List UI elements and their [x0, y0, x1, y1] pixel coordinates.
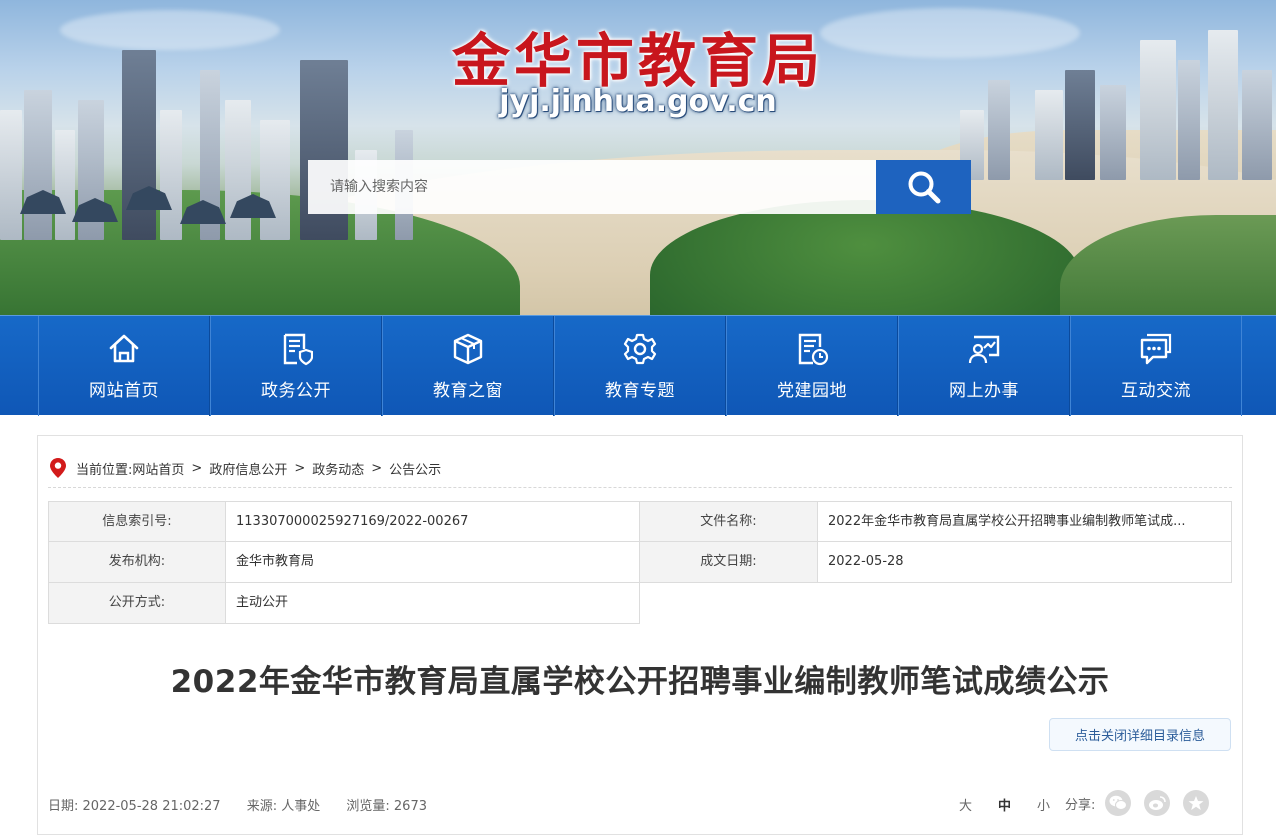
nav-item-interaction[interactable]: 互动交流 [1070, 316, 1242, 416]
article-views: 浏览量: 2673 [346, 799, 427, 814]
font-medium-button[interactable]: 中 [985, 795, 1024, 814]
nav-item-label: 教育之窗 [433, 380, 503, 401]
chat-icon [1140, 333, 1172, 364]
breadcrumb-announcements[interactable]: 公告公示 [389, 459, 441, 478]
weibo-icon [1149, 796, 1167, 810]
article-panel: 当前位置: 网站首页 > 政府信息公开 > 政务动态 > 公告公示 信息索引号:… [37, 435, 1243, 835]
breadcrumb-home[interactable]: 网站首页 [132, 459, 184, 478]
site-url: jyj.jinhua.gov.cn [499, 84, 777, 119]
document-clock-icon [798, 333, 829, 365]
header-banner: 金华市教育局 jyj.jinhua.gov.cn [0, 0, 1276, 315]
article-date: 日期: 2022-05-28 21:02:27 [48, 799, 221, 814]
metadata-table: 信息索引号: 113307000025927169/2022-00267 文件名… [48, 501, 1232, 624]
nav-item-label: 党建园地 [777, 380, 847, 401]
filename-label: 文件名称: [640, 501, 818, 542]
publisher-label: 发布机构: [48, 542, 226, 583]
toggle-catalog-button[interactable]: 点击关闭详细目录信息 [1049, 718, 1231, 751]
metadata-row: 公开方式: 主动公开 [48, 583, 1232, 624]
metadata-row: 信息索引号: 113307000025927169/2022-00267 文件名… [48, 501, 1232, 542]
breadcrumb-gov-news[interactable]: 政务动态 [312, 459, 364, 478]
nav-item-party-building[interactable]: 党建园地 [726, 316, 898, 416]
main-nav: 网站首页 政务公开 教育之窗 教育专题 党建园地 网上办事 互动交流 [0, 315, 1276, 416]
search-icon [908, 171, 940, 204]
document-shield-icon [283, 333, 313, 365]
location-pin-icon [50, 458, 66, 478]
share-weibo-button[interactable] [1144, 790, 1171, 816]
divider [48, 487, 1232, 488]
font-small-button[interactable]: 小 [1024, 795, 1063, 814]
disclosure-mode-value: 主动公开 [226, 583, 640, 624]
article-source: 来源: 人事处 [246, 799, 321, 814]
nav-item-label: 网上办事 [949, 380, 1019, 401]
nav-item-label: 教育专题 [605, 380, 675, 401]
search-button[interactable] [876, 160, 971, 214]
nav-item-education-topics[interactable]: 教育专题 [554, 316, 726, 416]
breadcrumb-separator: > [371, 460, 383, 476]
breadcrumb-separator: > [294, 460, 306, 476]
nav-item-label: 网站首页 [89, 380, 159, 401]
date-label: 成文日期: [640, 542, 818, 583]
gear-icon [623, 333, 657, 364]
share-bar: 分享: [1065, 790, 1222, 816]
cube-icon [453, 333, 483, 364]
font-large-button[interactable]: 大 [946, 795, 985, 814]
nav-item-government[interactable]: 政务公开 [210, 316, 382, 416]
publisher-value: 金华市教育局 [226, 542, 640, 583]
nav-item-online-services[interactable]: 网上办事 [898, 316, 1070, 416]
breadcrumb-prefix: 当前位置: [76, 462, 133, 478]
person-chart-icon [968, 335, 1000, 363]
date-value: 2022-05-28 [818, 542, 1232, 583]
article-info: 日期: 2022-05-28 21:02:27 来源: 人事处 浏览量: 267… [48, 795, 431, 814]
index-label: 信息索引号: [48, 501, 226, 542]
index-value: 113307000025927169/2022-00267 [226, 501, 640, 542]
home-icon [109, 334, 139, 362]
metadata-row: 发布机构: 金华市教育局 成文日期: 2022-05-28 [48, 542, 1232, 583]
nav-item-label: 政务公开 [261, 380, 331, 401]
disclosure-mode-label: 公开方式: [48, 583, 226, 624]
search-input[interactable] [308, 160, 876, 214]
breadcrumb-gov-info[interactable]: 政府信息公开 [209, 459, 287, 478]
share-label: 分享: [1065, 797, 1096, 813]
nav-item-education-window[interactable]: 教育之窗 [382, 316, 554, 416]
share-favorite-button[interactable] [1183, 790, 1210, 816]
star-icon [1188, 796, 1204, 810]
article-title: 2022年金华市教育局直属学校公开招聘事业编制教师笔试成绩公示 [170, 664, 1110, 700]
breadcrumb-separator: > [191, 460, 203, 476]
share-wechat-button[interactable] [1105, 790, 1132, 816]
nav-item-home[interactable]: 网站首页 [38, 316, 210, 416]
wechat-icon [1109, 795, 1128, 810]
nav-item-label: 互动交流 [1121, 380, 1191, 401]
filename-value: 2022年金华市教育局直属学校公开招聘事业编制教师笔试成... [818, 501, 1232, 542]
font-size-controls: 大 中 小 [946, 795, 1063, 814]
breadcrumb: 当前位置: 网站首页 > 政府信息公开 > 政务动态 > 公告公示 [50, 458, 441, 478]
